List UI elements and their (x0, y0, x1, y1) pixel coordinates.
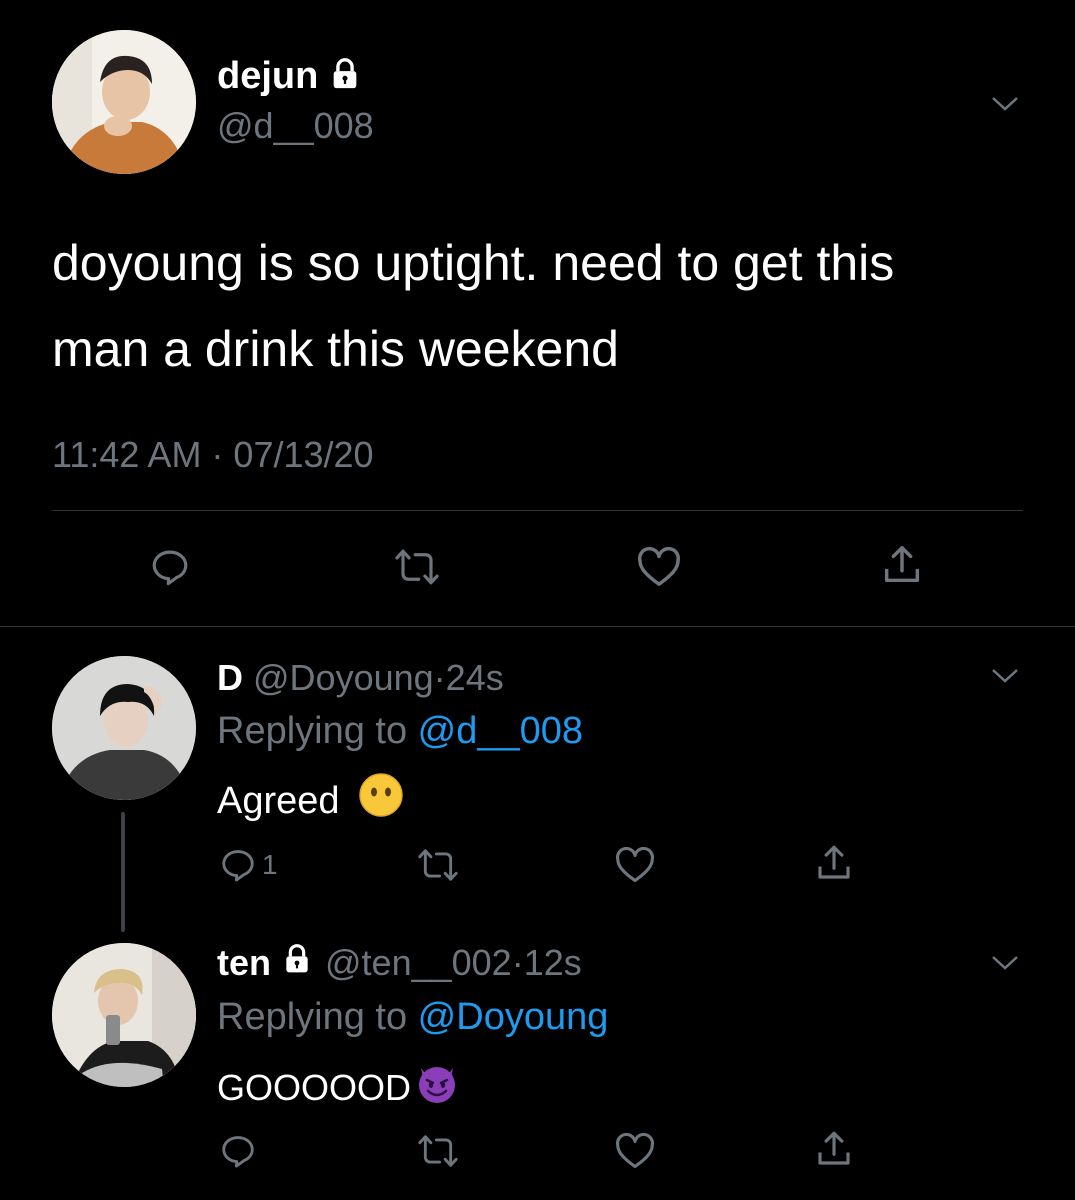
retweet-icon[interactable] (415, 1132, 461, 1170)
lock-icon (328, 57, 362, 96)
avatar-dejun[interactable] (52, 30, 196, 174)
reply-time: 12s (523, 942, 582, 983)
share-icon[interactable] (812, 842, 856, 884)
tweet-text-line-1: doyoung is so uptight. need to get this (52, 235, 895, 291)
like-icon[interactable] (613, 846, 657, 884)
display-name[interactable]: dejun (217, 54, 318, 98)
tweet-text-line-2: man a drink this weekend (52, 321, 619, 377)
reply-handle[interactable]: @Doyoung (253, 657, 434, 698)
tweet-text: doyoung is so uptight. need to get this … (52, 220, 1052, 392)
divider (52, 510, 1023, 511)
chevron-down-icon[interactable] (990, 92, 1020, 119)
timestamp: 11:42 AM · 07/13/20 (52, 434, 374, 475)
reply-handle[interactable]: @ten__002 (325, 941, 512, 985)
divider (0, 626, 1075, 627)
thread-line (121, 812, 125, 932)
reply-icon[interactable]: 1 (218, 846, 278, 884)
chevron-down-icon[interactable] (990, 664, 1020, 691)
reply-icon[interactable] (218, 1132, 258, 1170)
reply-display-name[interactable]: ten (217, 941, 271, 985)
like-icon[interactable] (635, 546, 683, 588)
reply-separator: · (433, 657, 446, 698)
share-icon[interactable] (878, 542, 926, 588)
retweet-icon[interactable] (392, 546, 442, 588)
retweet-icon[interactable] (415, 846, 461, 884)
reply-separator: · (511, 942, 524, 983)
reply-display-name[interactable]: D (217, 657, 243, 698)
reply-count: 1 (262, 849, 278, 880)
like-icon[interactable] (613, 1132, 657, 1170)
reply-text: GOOOOOD (217, 1066, 412, 1108)
avatar-ten[interactable] (52, 943, 196, 1087)
replying-to-link[interactable]: @Doyoung (418, 996, 609, 1038)
replying-to-label: Replying to (217, 710, 418, 752)
reply-text: Agreed (217, 779, 340, 822)
face-without-mouth-icon (358, 772, 404, 829)
chevron-down-icon[interactable] (990, 951, 1020, 978)
lock-icon (281, 941, 313, 985)
smiling-devil-icon (413, 1058, 461, 1117)
replying-to-label: Replying to (217, 996, 418, 1038)
reply-icon[interactable] (148, 546, 192, 588)
replying-to-link[interactable]: @d__008 (418, 710, 583, 752)
handle[interactable]: @d__008 (217, 104, 374, 148)
avatar-doyoung[interactable] (52, 656, 196, 800)
share-icon[interactable] (812, 1128, 856, 1170)
reply-time: 24s (445, 657, 504, 698)
